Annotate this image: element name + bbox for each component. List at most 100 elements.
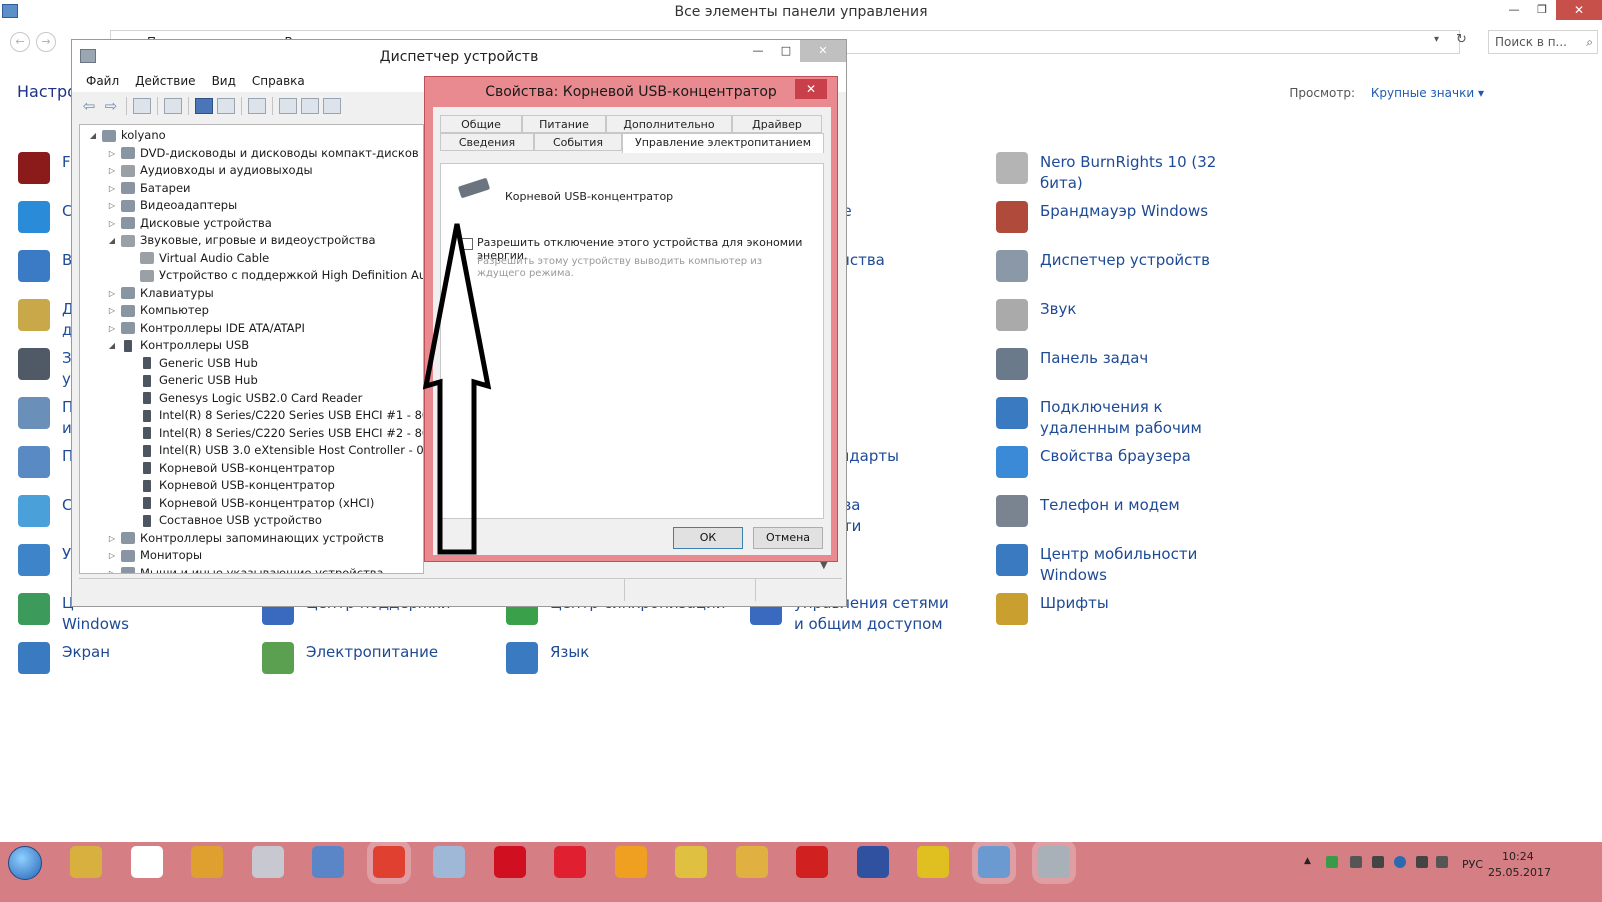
maximize-button[interactable]: ❐ [1528, 0, 1556, 20]
tree-node[interactable]: Корневой USB-концентратор [126, 477, 335, 494]
expand-icon[interactable]: ▷ [107, 145, 117, 162]
properties-icon[interactable] [164, 98, 182, 114]
search-input[interactable]: Поиск в п... ⌕ [1488, 30, 1598, 54]
taskbar-target-icon[interactable] [554, 846, 586, 878]
ok-button[interactable]: ОК [673, 527, 743, 549]
tree-node[interactable]: ▷ Дисковые устройства [107, 215, 272, 232]
control-panel-item[interactable]: У [18, 544, 71, 584]
taskbar-device-manager-icon[interactable] [1032, 840, 1076, 884]
control-panel-item[interactable]: Панель задач [996, 348, 1148, 388]
collapse-icon[interactable]: ◢ [107, 232, 117, 249]
tree-node[interactable]: ▷ Мониторы [107, 547, 202, 564]
expand-icon[interactable]: ▷ [107, 547, 117, 564]
control-panel-item[interactable]: Свойства браузера [996, 446, 1191, 486]
clock-time[interactable]: 10:24 [1502, 850, 1534, 863]
taskbar-calculator-icon[interactable] [433, 846, 465, 878]
tray-overflow-icon[interactable]: ▲ [1304, 856, 1311, 866]
tree-node[interactable]: Virtual Audio Cable [126, 250, 269, 267]
control-panel-item[interactable]: Шрифты [996, 593, 1109, 633]
tree-node[interactable]: ▷ Аудиовходы и аудиовыходы [107, 162, 313, 179]
details-icon[interactable] [217, 98, 235, 114]
tree-node[interactable]: ▷ Контроллеры запоминающих устройств [107, 530, 384, 547]
signal-icon[interactable] [1372, 856, 1384, 868]
menu-action[interactable]: Действие [135, 70, 195, 92]
tree-node[interactable]: Корневой USB-концентратор (xHCI) [126, 495, 374, 512]
control-panel-item[interactable]: Подключения к удаленным рабочим [996, 397, 1202, 437]
maximize-button[interactable]: □ [772, 40, 800, 62]
tab-events[interactable]: События [534, 133, 622, 151]
start-button[interactable] [8, 846, 42, 880]
tab-power-management[interactable]: Управление электропитанием [622, 133, 824, 153]
back-arrow-icon[interactable]: ← [10, 32, 30, 52]
expand-icon[interactable]: ▷ [107, 302, 117, 319]
tree-node[interactable]: Generic USB Hub [126, 355, 258, 372]
tree-node[interactable]: ◢ kolyano [88, 127, 166, 144]
tree-node[interactable]: Intel(R) USB 3.0 eXtensible Host Control… [126, 442, 423, 459]
collapse-icon[interactable]: ◢ [88, 127, 98, 144]
close-button[interactable]: ✕ [795, 79, 827, 99]
taskbar-control-panel-icon[interactable] [971, 840, 1016, 884]
control-panel-item[interactable]: Телефон и модем [996, 495, 1180, 535]
tree-node[interactable]: ▷ Контроллеры IDE ATA/ATAPI [107, 320, 305, 337]
expand-icon[interactable]: ▷ [107, 215, 117, 232]
skype-icon[interactable] [1394, 856, 1406, 868]
device-tree[interactable]: ◢ kolyano ▷ DVD-дисководы и дисководы компа… [79, 124, 424, 574]
expand-icon[interactable]: ▷ [107, 530, 117, 547]
control-panel-item[interactable]: Nero BurnRights 10 (32 бита) [996, 152, 1216, 192]
menu-file[interactable]: Файл [86, 70, 119, 92]
tab-driver[interactable]: Драйвер [732, 115, 822, 133]
tree-node[interactable]: ▷ Видеоадаптеры [107, 197, 237, 214]
tab-power[interactable]: Питание [522, 115, 606, 133]
control-panel-item[interactable]: Язык [506, 642, 589, 682]
control-panel-item[interactable]: П и [18, 397, 73, 437]
control-panel-item[interactable]: Звук [996, 299, 1076, 339]
collapse-icon[interactable]: ◢ [107, 337, 117, 354]
expand-icon[interactable]: ▷ [107, 320, 117, 337]
uninstall-device-icon[interactable] [323, 98, 341, 114]
taskbar-lock-icon[interactable] [675, 846, 707, 878]
taskbar-media-icon[interactable] [191, 846, 223, 878]
taskbar-paint-icon[interactable] [251, 846, 284, 878]
cancel-button[interactable]: Отмена [753, 527, 823, 549]
up-icon[interactable] [133, 98, 151, 114]
forward-arrow-icon[interactable]: → [36, 32, 56, 52]
language-indicator[interactable]: РУС [1462, 858, 1483, 871]
control-panel-system-icon[interactable] [2, 4, 18, 18]
tab-details[interactable]: Сведения [440, 133, 534, 151]
expand-icon[interactable]: ▷ [107, 197, 117, 214]
tree-node[interactable]: ▷ Клавиатуры [107, 285, 214, 302]
scan-hardware-icon[interactable] [248, 98, 266, 114]
expand-icon[interactable]: ▷ [107, 285, 117, 302]
control-panel-item[interactable]: З у [18, 348, 72, 388]
forward-arrow-icon[interactable]: ⇨ [102, 98, 120, 114]
control-panel-item[interactable]: С [18, 201, 72, 241]
clock-date[interactable]: 25.05.2017 [1488, 866, 1551, 879]
taskbar-hyundai-icon[interactable] [856, 846, 889, 878]
volume-icon[interactable] [1436, 856, 1448, 868]
update-driver-icon[interactable] [279, 98, 297, 114]
control-panel-item[interactable]: Электропитание [262, 642, 438, 682]
minimize-button[interactable]: — [1500, 0, 1528, 20]
tree-node[interactable]: ▷ DVD-дисководы и дисководы компакт-диско… [107, 145, 419, 162]
tree-node[interactable]: Intel(R) 8 Series/C220 Series USB EHCI #… [126, 425, 423, 442]
chevron-down-icon[interactable]: ▾ [1434, 34, 1439, 45]
menu-view[interactable]: Вид [212, 70, 236, 92]
taskbar-chrome-icon[interactable] [366, 840, 411, 884]
tab-advanced[interactable]: Дополнительно [606, 115, 732, 133]
close-button[interactable]: ✕ [800, 40, 846, 62]
taskbar-link-icon[interactable] [614, 846, 647, 878]
control-panel-item[interactable]: Центр мобильности Windows [996, 544, 1197, 584]
control-panel-item[interactable]: С [18, 495, 72, 535]
control-panel-item[interactable]: В [18, 250, 72, 290]
taskbar-explorer-icon[interactable] [70, 846, 102, 878]
taskbar-s-app-icon[interactable] [796, 846, 828, 878]
tree-node[interactable]: ▷ Батареи [107, 180, 191, 197]
view-dropdown[interactable]: Крупные значки ▾ [1371, 86, 1484, 100]
control-panel-item[interactable]: Диспетчер устройств [996, 250, 1210, 290]
minimize-button[interactable]: — [744, 40, 772, 62]
expand-icon[interactable]: ▷ [107, 565, 117, 574]
disable-device-icon[interactable] [301, 98, 319, 114]
close-button[interactable]: ✕ [1556, 0, 1602, 20]
help-icon[interactable] [195, 98, 213, 114]
tree-node[interactable]: Generic USB Hub [126, 372, 258, 389]
